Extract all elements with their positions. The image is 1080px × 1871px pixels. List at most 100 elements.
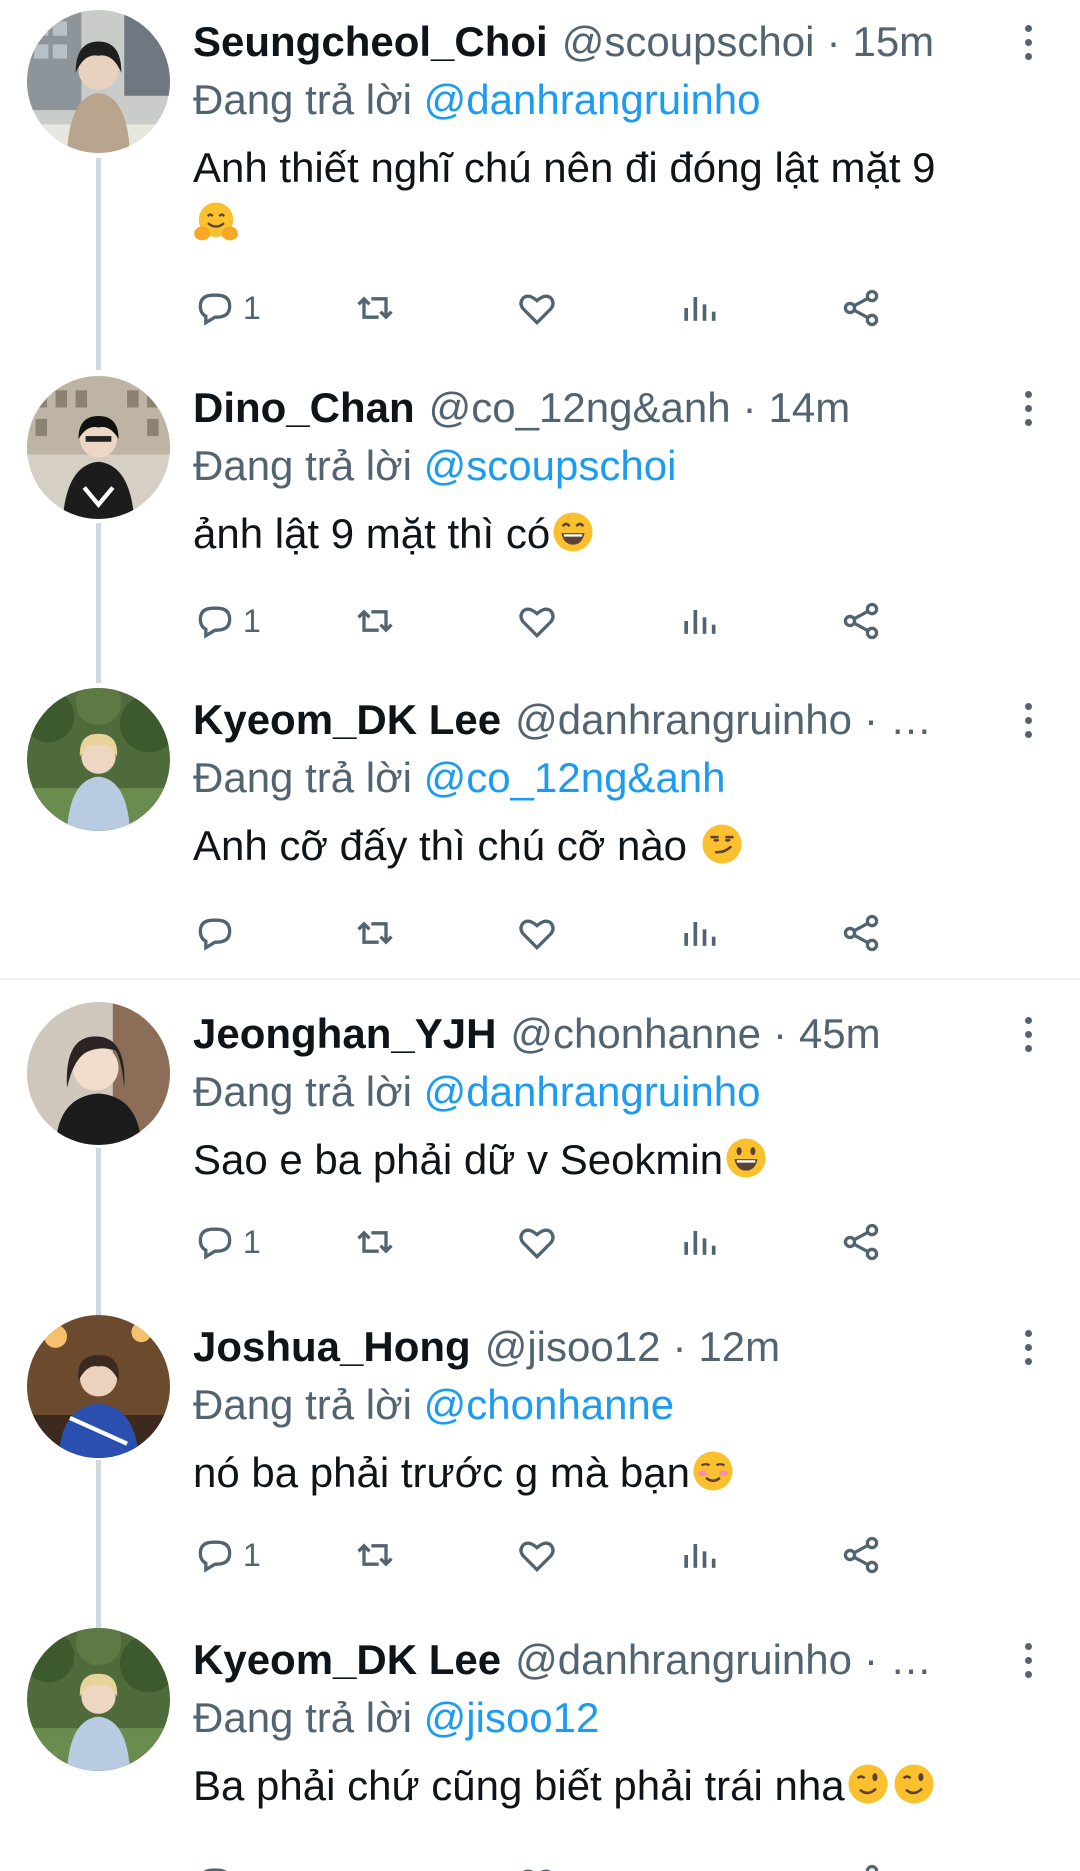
share-icon [843,1536,879,1574]
views-button[interactable] [677,1853,721,1871]
avatar[interactable] [27,1002,170,1145]
tweet[interactable]: Kyeom_DK Lee @danhrangruinho · … Đang tr… [0,678,1080,978]
winking-face-emoji [891,1761,937,1807]
views-icon [677,1861,721,1871]
more-options-icon[interactable] [1016,380,1040,436]
reply-count: 1 [243,1223,261,1260]
tweet[interactable]: Jeonghan_YJH @chonhanne · 45m Đang trả l… [0,992,1080,1302]
like-icon [519,919,555,951]
timestamp[interactable]: 15m [852,14,934,70]
share-icon [843,289,879,327]
replying-to: Đang trả lời @jisoo12 [193,1690,599,1746]
tweet-actions: 1 [193,591,1033,651]
views-button[interactable] [677,1212,721,1272]
retweet-icon [357,296,393,320]
more-options-icon[interactable] [1016,14,1040,70]
like-button[interactable] [515,278,559,338]
avatar[interactable] [27,1628,170,1771]
share-button[interactable] [839,1525,883,1585]
tweet[interactable]: Dino_Chan @co_12ng&anh · 14m Đang trả lờ… [0,366,1080,676]
user-handle[interactable]: @chonhanne [510,1006,761,1062]
reply-count: 1 [243,289,261,326]
replying-to-label: Đang trả lời [193,754,412,801]
replying-to: Đang trả lời @scoupschoi [193,438,676,494]
views-icon [684,922,716,946]
share-button[interactable] [839,278,883,338]
user-handle[interactable]: @jisoo12 [485,1319,661,1375]
tweet-text-content: ảnh lật 9 mặt thì có [193,510,551,557]
reply-button[interactable]: 1 [193,591,261,651]
user-handle[interactable]: @scoupschoi [562,14,815,70]
tweet-text-content: nó ba phải trước g mà bạn [193,1449,690,1496]
separator-dot: · [864,696,878,743]
like-button[interactable] [515,591,559,651]
like-button[interactable] [515,1212,559,1272]
display-name[interactable]: Joshua_Hong [193,1319,471,1375]
timestamp[interactable]: 45m [799,1006,881,1062]
tweet-text: Sao e ba phải dữ v Seokmin [193,1132,1040,1188]
grinning-face-emoji [723,1135,769,1181]
more-options-icon[interactable] [1016,1632,1040,1688]
reply-button[interactable]: 1 [193,278,261,338]
tweet[interactable]: Kyeom_DK Lee @danhrangruinho · … Đang tr… [0,1618,1080,1871]
mention-link[interactable]: @co_12ng&anh [424,754,726,801]
avatar[interactable] [27,688,170,831]
replying-to-label: Đang trả lời [193,76,412,123]
timestamp[interactable]: 14m [769,380,851,436]
retweet-button[interactable] [353,1853,397,1871]
retweet-button[interactable] [353,1525,397,1585]
mention-link[interactable]: @danhrangruinho [424,1068,761,1115]
mention-link[interactable]: @danhrangruinho [424,76,761,123]
more-options-icon[interactable] [1016,692,1040,748]
retweet-button[interactable] [353,591,397,651]
mention-link[interactable]: @chonhanne [424,1381,675,1428]
reply-button[interactable] [193,1853,237,1871]
reply-icon [198,918,232,951]
like-button[interactable] [515,1853,559,1871]
avatar[interactable] [27,10,170,153]
like-icon [519,1228,555,1260]
user-handle[interactable]: @danhrangruinho [515,692,852,748]
share-button[interactable] [839,903,883,963]
retweet-button[interactable] [353,1212,397,1272]
tweet[interactable]: Joshua_Hong @jisoo12 · 12m Đang trả lời … [0,1305,1080,1615]
reply-button[interactable]: 1 [193,1525,261,1585]
replying-to: Đang trả lời @co_12ng&anh [193,750,726,806]
separator-dot: · [826,18,841,65]
display-name[interactable]: Jeonghan_YJH [193,1006,496,1062]
display-name[interactable]: Dino_Chan [193,380,415,436]
like-button[interactable] [515,903,559,963]
user-handle[interactable]: @danhrangruinho [515,1632,852,1688]
retweet-icon [357,1230,393,1254]
mention-link[interactable]: @scoupschoi [424,442,677,489]
timestamp[interactable]: … [890,692,932,748]
timestamp[interactable]: 12m [698,1319,780,1375]
timestamp[interactable]: … [890,1632,932,1688]
display-name[interactable]: Seungcheol_Choi [193,14,548,70]
retweet-button[interactable] [353,903,397,963]
retweet-icon [357,609,393,633]
display-name[interactable]: Kyeom_DK Lee [193,692,501,748]
user-handle[interactable]: @co_12ng&anh [429,380,731,436]
views-button[interactable] [677,1525,721,1585]
share-button[interactable] [839,591,883,651]
views-button[interactable] [677,903,721,963]
views-button[interactable] [677,278,721,338]
replying-to: Đang trả lời @danhrangruinho [193,72,761,128]
avatar[interactable] [27,1315,170,1458]
like-button[interactable] [515,1525,559,1585]
more-options-icon[interactable] [1016,1006,1040,1062]
share-button[interactable] [839,1212,883,1272]
reply-button[interactable] [193,903,243,963]
share-button[interactable] [839,1853,883,1871]
tweet[interactable]: Seungcheol_Choi @scoupschoi · 15m Đang t… [0,0,1080,365]
grinning-face-smiling-eyes-emoji [550,509,596,555]
mention-link[interactable]: @jisoo12 [424,1694,600,1741]
more-options-icon[interactable] [1016,1319,1040,1375]
avatar[interactable] [27,376,170,519]
reply-button[interactable]: 1 [193,1212,261,1272]
retweet-icon [357,1543,393,1567]
retweet-button[interactable] [353,278,397,338]
display-name[interactable]: Kyeom_DK Lee [193,1632,501,1688]
views-button[interactable] [677,591,721,651]
